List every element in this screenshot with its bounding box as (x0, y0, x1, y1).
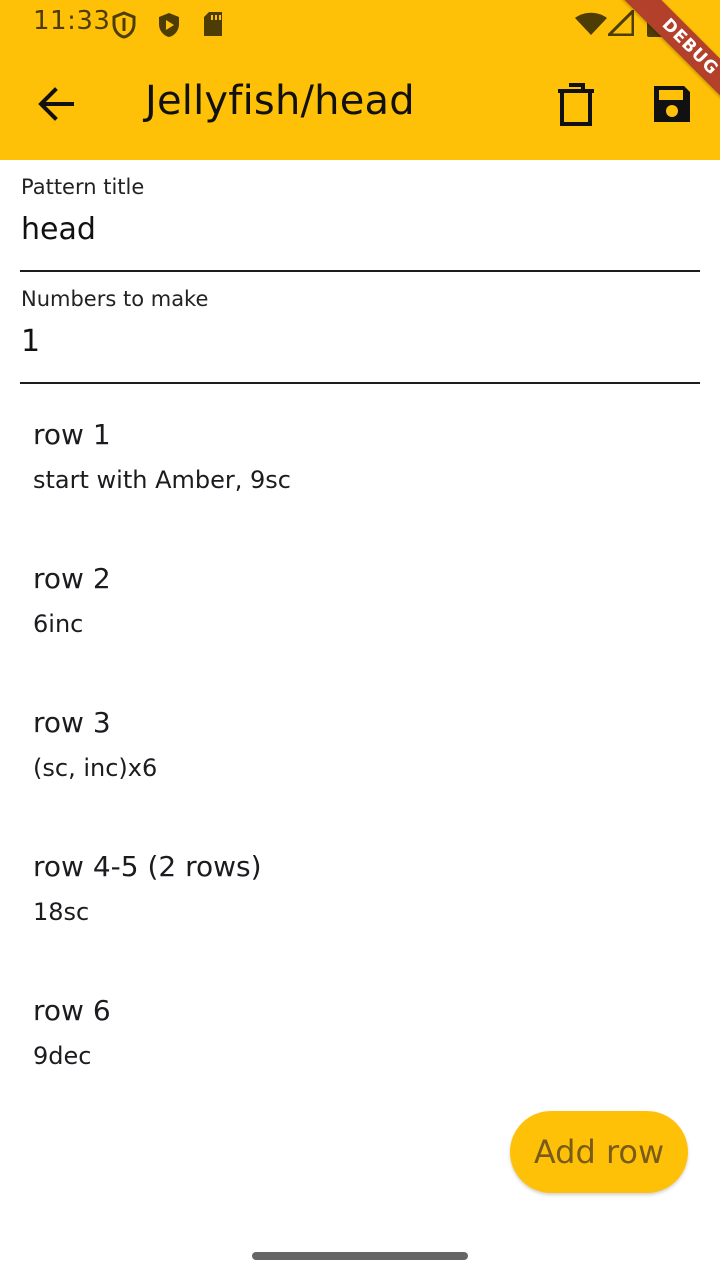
row-instructions: start with Amber, 9sc (33, 466, 291, 494)
pattern-title-label: Pattern title (21, 175, 145, 199)
list-item-row-2[interactable]: row 2 6inc (0, 528, 720, 672)
status-time: 11:33 (33, 6, 111, 36)
list-item-row-3[interactable]: row 3 (sc, inc)x6 (0, 672, 720, 816)
home-indicator[interactable] (252, 1252, 468, 1260)
list-item-row-4-5[interactable]: row 4-5 (2 rows) 18sc (0, 816, 720, 960)
pattern-title-input[interactable]: head (21, 212, 681, 247)
numbers-to-make-field[interactable]: Numbers to make 1 (20, 272, 700, 384)
sd-card-icon (204, 12, 222, 36)
play-shield-icon (159, 13, 179, 37)
numbers-to-make-input[interactable]: 1 (21, 324, 681, 359)
row-title: row 1 (33, 418, 111, 451)
save-icon[interactable] (650, 82, 694, 126)
list-item-row-6[interactable]: row 6 9dec (0, 960, 720, 1104)
add-row-button[interactable]: Add row (510, 1111, 688, 1193)
back-arrow-icon[interactable] (36, 84, 76, 124)
rows-list: row 1 start with Amber, 9sc row 2 6inc r… (0, 384, 720, 1104)
cell-signal-icon (608, 10, 634, 36)
row-instructions: (sc, inc)x6 (33, 754, 158, 782)
numbers-to-make-label: Numbers to make (21, 287, 209, 311)
row-instructions: 9dec (33, 1042, 92, 1070)
row-title: row 2 (33, 562, 111, 595)
list-item-row-1[interactable]: row 1 start with Amber, 9sc (0, 384, 720, 528)
shield-outline-icon (112, 11, 136, 39)
row-instructions: 6inc (33, 610, 84, 638)
wifi-icon (575, 12, 607, 35)
row-title: row 3 (33, 706, 111, 739)
page-title: Jellyfish/head (145, 78, 415, 124)
app-bar: 11:33 Jellyfish/head DEBUG (0, 0, 720, 160)
pattern-title-field[interactable]: Pattern title head (20, 160, 700, 272)
row-instructions: 18sc (33, 898, 90, 926)
delete-icon[interactable] (556, 82, 596, 128)
row-title: row 6 (33, 994, 111, 1027)
row-title: row 4-5 (2 rows) (33, 850, 262, 883)
